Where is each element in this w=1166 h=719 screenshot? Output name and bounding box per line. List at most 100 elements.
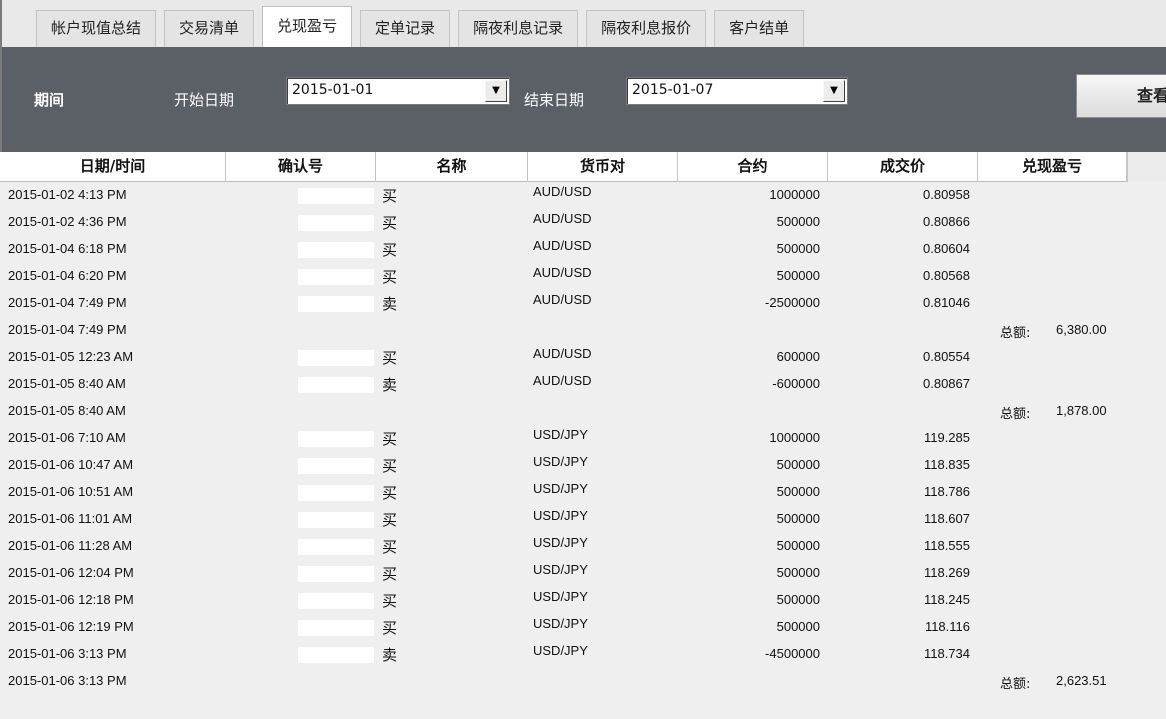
table-row[interactable]: 2015-01-06 11:01 AM 买 USD/JPY 500000 118.607 xyxy=(0,507,1166,534)
cell-confirmation-redacted xyxy=(298,458,374,474)
cell-confirmation-redacted xyxy=(298,485,374,501)
cell-name: 买 xyxy=(382,565,398,583)
column-header-realized-pnl[interactable]: 兑现盈亏 xyxy=(978,152,1127,182)
column-header-currency-pair[interactable]: 货币对 xyxy=(528,152,678,182)
table-row[interactable]: 2015-01-04 6:20 PM 买 AUD/USD 500000 0.80568 xyxy=(0,264,1166,291)
cell-price: 0.80958 xyxy=(923,187,970,202)
table-row[interactable]: 2015-01-04 7:49 PM 卖 AUD/USD -2500000 0.8104… xyxy=(0,291,1166,318)
cell-price: 118.607 xyxy=(923,511,970,526)
table-row[interactable]: 2015-01-06 12:19 PM 买 USD/JPY 500000 118.116 xyxy=(0,615,1166,642)
column-header-name[interactable]: 名称 xyxy=(376,152,528,182)
cell-contract: 500000 xyxy=(776,484,820,499)
table-header: 日期/时间 确认号 名称 货币对 合约 成交价 兑现盈亏 xyxy=(0,152,1166,182)
cell-price: 118.835 xyxy=(923,457,970,472)
tab-bar: 帐户现值总结 交易清单 兑现盈亏 定单记录 隔夜利息记录 隔夜利息报价 客户结单 xyxy=(0,0,1166,47)
cell-contract: 500000 xyxy=(776,241,820,256)
cell-contract: 500000 xyxy=(776,565,820,580)
cell-datetime: 2015-01-05 8:40 AM xyxy=(8,376,126,391)
cell-currency-pair: USD/JPY xyxy=(533,562,588,577)
tab-realized-pnl[interactable]: 兑现盈亏 xyxy=(262,6,353,47)
table-row[interactable]: 2015-01-06 10:47 AM 买 USD/JPY 500000 118.835 xyxy=(0,453,1166,480)
cell-price: 0.80866 xyxy=(923,214,970,229)
cell-datetime: 2015-01-05 12:23 AM xyxy=(8,349,134,364)
column-header-datetime[interactable]: 日期/时间 xyxy=(0,152,226,182)
cell-confirmation-redacted xyxy=(298,512,374,528)
table-row[interactable]: 2015-01-06 11:28 AM 买 USD/JPY 500000 118.555 xyxy=(0,534,1166,561)
table-row[interactable]: 2015-01-02 4:36 PM 买 AUD/USD 500000 0.80866 xyxy=(0,210,1166,237)
cell-datetime: 2015-01-06 12:04 PM xyxy=(8,565,134,580)
column-header-price[interactable]: 成交价 xyxy=(828,152,978,182)
table-row[interactable]: 2015-01-05 8:40 AM 卖 AUD/USD -600000 0.80867 xyxy=(0,372,1166,399)
end-date-select[interactable]: 2015-01-07 ▼ xyxy=(626,77,848,105)
table-row[interactable]: 2015-01-04 7:49 PM 总额: 6,380.00 xyxy=(0,318,1166,345)
chevron-down-icon[interactable]: ▼ xyxy=(485,80,507,102)
cell-price: 0.80568 xyxy=(923,268,970,283)
cell-datetime: 2015-01-04 7:49 PM xyxy=(8,295,127,310)
tab-rollover-rates[interactable]: 隔夜利息报价 xyxy=(586,10,707,47)
cell-confirmation-redacted xyxy=(298,377,374,393)
cell-datetime: 2015-01-06 11:01 AM xyxy=(8,511,133,526)
cell-name: 买 xyxy=(382,538,398,556)
table-row[interactable]: 2015-01-02 4:13 PM 买 AUD/USD 1000000 0.80958 xyxy=(0,183,1166,210)
tab-account-summary[interactable]: 帐户现值总结 xyxy=(36,10,157,47)
column-header-contract[interactable]: 合约 xyxy=(678,152,828,182)
tab-trade-list[interactable]: 交易清单 xyxy=(164,10,255,47)
cell-name: 卖 xyxy=(382,646,398,664)
cell-confirmation-redacted xyxy=(298,593,374,609)
cell-name: 卖 xyxy=(382,295,398,313)
chevron-down-icon[interactable]: ▼ xyxy=(823,80,845,102)
cell-price: 0.80554 xyxy=(923,349,970,364)
query-button[interactable]: 查看 xyxy=(1076,74,1166,118)
cell-datetime: 2015-01-06 3:13 PM xyxy=(8,646,127,661)
end-date-value: 2015-01-07 xyxy=(632,82,714,98)
tab-rollover-history[interactable]: 隔夜利息记录 xyxy=(458,10,579,47)
filter-panel: 期间 开始日期 2015-01-01 ▼ 结束日期 2015-01-07 ▼ 查… xyxy=(0,47,1166,152)
cell-currency-pair: USD/JPY xyxy=(533,508,588,523)
table-row[interactable]: 2015-01-06 12:04 PM 买 USD/JPY 500000 118.269 xyxy=(0,561,1166,588)
tab-order-history[interactable]: 定单记录 xyxy=(360,10,451,47)
cell-datetime: 2015-01-04 6:18 PM xyxy=(8,241,127,256)
table-body: 2015-01-02 4:13 PM 买 AUD/USD 1000000 0.80958… xyxy=(0,183,1166,696)
cell-contract: 500000 xyxy=(776,592,820,607)
cell-confirmation-redacted xyxy=(298,431,374,447)
cell-contract: 1000000 xyxy=(769,430,820,445)
table-row[interactable]: 2015-01-06 12:18 PM 买 USD/JPY 500000 118.245 xyxy=(0,588,1166,615)
cell-price: 0.81046 xyxy=(923,295,970,310)
cell-contract: 500000 xyxy=(776,538,820,553)
start-date-select[interactable]: 2015-01-01 ▼ xyxy=(286,77,510,105)
cell-confirmation-redacted xyxy=(298,539,374,555)
cell-confirmation-redacted xyxy=(298,647,374,663)
cell-currency-pair: AUD/USD xyxy=(533,184,592,199)
table-row[interactable]: 2015-01-05 12:23 AM 买 AUD/USD 600000 0.80554 xyxy=(0,345,1166,372)
table-row[interactable]: 2015-01-06 3:13 PM 总额: 2,623.51 xyxy=(0,669,1166,696)
cell-price: 118.734 xyxy=(923,646,970,661)
cell-total-label: 总额: xyxy=(1000,326,1031,341)
cell-currency-pair: AUD/USD xyxy=(533,292,592,307)
column-header-confirmation[interactable]: 确认号 xyxy=(226,152,376,182)
cell-datetime: 2015-01-06 10:47 AM xyxy=(8,457,134,472)
cell-name: 买 xyxy=(382,214,398,232)
table-row[interactable]: 2015-01-06 7:10 AM 买 USD/JPY 1000000 119.285 xyxy=(0,426,1166,453)
cell-currency-pair: USD/JPY xyxy=(533,616,588,631)
cell-confirmation-redacted xyxy=(298,350,374,366)
cell-datetime: 2015-01-06 12:18 PM xyxy=(8,592,134,607)
cell-datetime: 2015-01-05 8:40 AM xyxy=(8,403,126,418)
cell-confirmation-redacted xyxy=(298,296,374,312)
cell-datetime: 2015-01-06 10:51 AM xyxy=(8,484,134,499)
cell-datetime: 2015-01-04 7:49 PM xyxy=(8,322,127,337)
table-row[interactable]: 2015-01-06 3:13 PM 卖 USD/JPY -4500000 118.73… xyxy=(0,642,1166,669)
table-row[interactable]: 2015-01-06 10:51 AM 买 USD/JPY 500000 118.786 xyxy=(0,480,1166,507)
cell-name: 买 xyxy=(382,430,398,448)
cell-currency-pair: USD/JPY xyxy=(533,535,588,550)
table-row[interactable]: 2015-01-04 6:18 PM 买 AUD/USD 500000 0.80604 xyxy=(0,237,1166,264)
cell-price: 118.116 xyxy=(924,619,970,634)
cell-currency-pair: AUD/USD xyxy=(533,211,592,226)
cell-datetime: 2015-01-06 12:19 PM xyxy=(8,619,134,634)
cell-currency-pair: AUD/USD xyxy=(533,373,592,388)
cell-name: 买 xyxy=(382,484,398,502)
cell-datetime: 2015-01-06 7:10 AM xyxy=(8,430,126,445)
cell-currency-pair: AUD/USD xyxy=(533,238,592,253)
table-row[interactable]: 2015-01-05 8:40 AM 总额: 1,878.00 xyxy=(0,399,1166,426)
tab-client-statement[interactable]: 客户结单 xyxy=(714,10,805,47)
column-header-filler xyxy=(1127,152,1166,182)
